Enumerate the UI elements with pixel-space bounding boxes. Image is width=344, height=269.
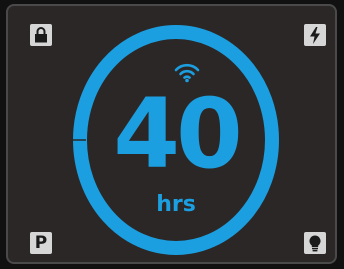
hours-unit-label: hrs — [156, 192, 196, 217]
lightning-bolt-icon[interactable] — [304, 24, 326, 46]
display-screen: P 40 hrs — [6, 4, 337, 264]
lock-icon[interactable] — [30, 24, 52, 46]
hours-value: 40 — [113, 78, 243, 190]
device-frame: P 40 hrs — [0, 0, 344, 269]
lightbulb-icon[interactable] — [304, 232, 326, 254]
parking-label: P — [34, 233, 48, 253]
parking-icon[interactable]: P — [30, 232, 52, 254]
